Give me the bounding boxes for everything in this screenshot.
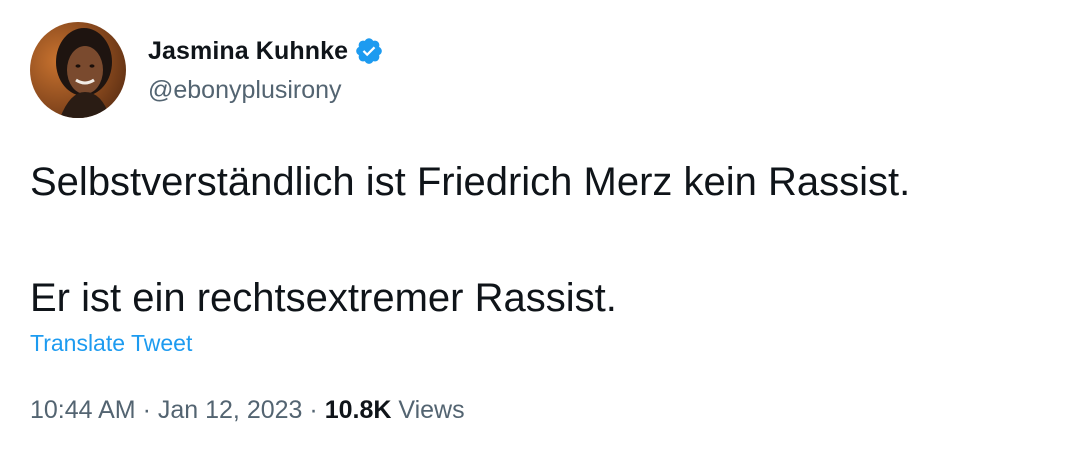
author-display-name[interactable]: Jasmina Kuhnke: [148, 37, 348, 66]
meta-separator: ·: [309, 396, 318, 424]
author-handle[interactable]: @ebonyplusirony: [148, 76, 342, 105]
tweet-text-line-1: Selbstverständlich ist Friedrich Merz ke…: [30, 160, 911, 204]
views-count: 10.8K: [324, 396, 392, 424]
author-name-row: Jasmina Kuhnke: [148, 34, 384, 68]
meta-separator: ·: [142, 396, 151, 424]
tweet-date[interactable]: Jan 12, 2023: [158, 396, 303, 424]
verified-badge-icon: [354, 36, 384, 66]
tweet-time[interactable]: 10:44 AM: [30, 396, 136, 424]
tweet-meta: 10:44 AM · Jan 12, 2023 · 10.8K Views: [30, 396, 465, 425]
views-label: Views: [398, 396, 465, 424]
tweet-text-line-2: Er ist ein rechtsextremer Rassist.: [30, 276, 617, 320]
avatar-image: [30, 22, 126, 118]
avatar[interactable]: [30, 22, 126, 118]
translate-tweet-link[interactable]: Translate Tweet: [30, 330, 192, 357]
tweet-card: Jasmina Kuhnke @ebonyplusirony Selbstver…: [0, 0, 1086, 458]
